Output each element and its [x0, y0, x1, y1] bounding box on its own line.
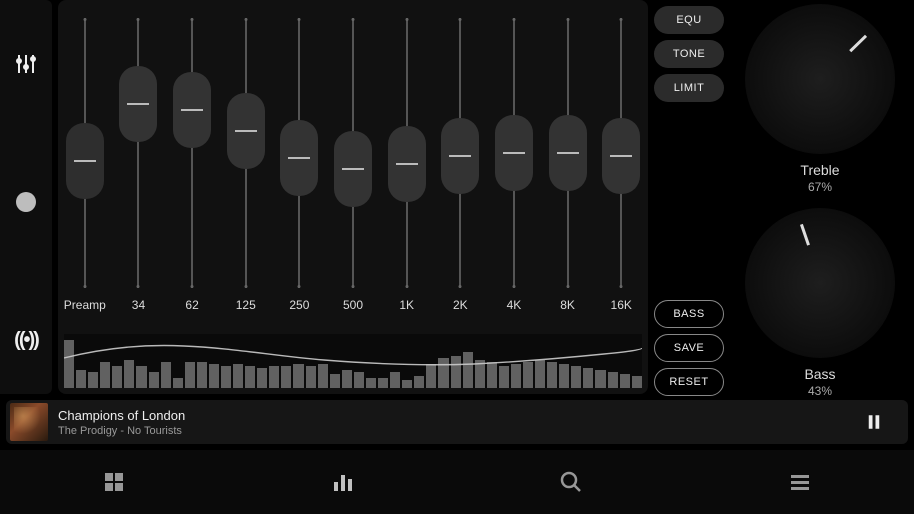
bass-knob-wrap: Bass 43% — [745, 208, 895, 398]
save-button[interactable]: SAVE — [654, 334, 724, 362]
now-playing-bar[interactable]: Champions of London The Prodigy - No Tou… — [6, 400, 908, 444]
band-label: 8K — [541, 298, 595, 312]
band-slider-250[interactable]: 250 — [273, 12, 327, 312]
bass-value: 43% — [808, 384, 832, 398]
reset-button[interactable]: RESET — [654, 368, 724, 396]
treble-knob[interactable] — [745, 4, 895, 154]
band-slider-2K[interactable]: 2K — [433, 12, 487, 312]
surround-icon[interactable]: ((•)) — [12, 326, 40, 354]
nav-menu[interactable] — [780, 462, 820, 502]
band-label: 34 — [112, 298, 166, 312]
band-slider-16K[interactable]: 16K — [594, 12, 648, 312]
equalizer-icon — [331, 470, 355, 494]
search-icon — [559, 470, 583, 494]
equ-button[interactable]: EQU — [654, 6, 724, 34]
track-artist-album: The Prodigy - No Tourists — [58, 425, 854, 437]
treble-label: Treble — [800, 162, 839, 178]
band-slider-125[interactable]: 125 — [219, 12, 273, 312]
tone-button[interactable]: TONE — [654, 40, 724, 68]
menu-icon — [788, 470, 812, 494]
band-label: 1K — [380, 298, 434, 312]
band-label: Preamp — [58, 298, 112, 312]
mode-buttons: EQU TONE LIMIT — [654, 6, 724, 102]
eq-curve — [64, 334, 642, 388]
nav-library[interactable] — [94, 462, 134, 502]
band-slider-34[interactable]: 34 — [112, 12, 166, 312]
grid-icon — [102, 470, 126, 494]
band-label: 4K — [487, 298, 541, 312]
limit-button[interactable]: LIMIT — [654, 74, 724, 102]
band-slider-1K[interactable]: 1K — [380, 12, 434, 312]
spectrum — [64, 334, 642, 388]
track-title: Champions of London — [58, 408, 854, 423]
band-label: 250 — [273, 298, 327, 312]
album-art — [10, 403, 48, 441]
band-label: 500 — [326, 298, 380, 312]
band-label: 16K — [594, 298, 648, 312]
bottom-nav — [0, 450, 914, 514]
band-slider-4K[interactable]: 4K — [487, 12, 541, 312]
pause-icon — [865, 413, 883, 431]
equalizer-screen: ((•)) Preamp34621252505001K2K4K8K16K EQU… — [0, 0, 914, 514]
eq-panel: Preamp34621252505001K2K4K8K16K — [58, 0, 648, 394]
preset-buttons: BASS SAVE RESET — [654, 300, 724, 396]
pause-button[interactable] — [854, 402, 894, 442]
band-slider-62[interactable]: 62 — [165, 12, 219, 312]
eq-bands: Preamp34621252505001K2K4K8K16K — [58, 12, 648, 312]
bass-knob[interactable] — [745, 208, 895, 358]
nav-search[interactable] — [551, 462, 591, 502]
bass-preset-button[interactable]: BASS — [654, 300, 724, 328]
band-label: 125 — [219, 298, 273, 312]
treble-value: 67% — [808, 180, 832, 194]
treble-knob-wrap: Treble 67% — [745, 4, 895, 194]
band-slider-500[interactable]: 500 — [326, 12, 380, 312]
sliders-icon[interactable] — [12, 50, 40, 78]
band-label: 2K — [433, 298, 487, 312]
nav-equalizer[interactable] — [323, 462, 363, 502]
track-meta: Champions of London The Prodigy - No Tou… — [58, 408, 854, 437]
band-slider-8K[interactable]: 8K — [541, 12, 595, 312]
band-label: 62 — [165, 298, 219, 312]
preamp-slider[interactable]: Preamp — [58, 12, 112, 312]
bass-label: Bass — [804, 366, 835, 382]
tone-knobs: Treble 67% Bass 43% — [730, 4, 910, 394]
left-rail: ((•)) — [0, 0, 52, 394]
knob-icon[interactable] — [12, 188, 40, 216]
